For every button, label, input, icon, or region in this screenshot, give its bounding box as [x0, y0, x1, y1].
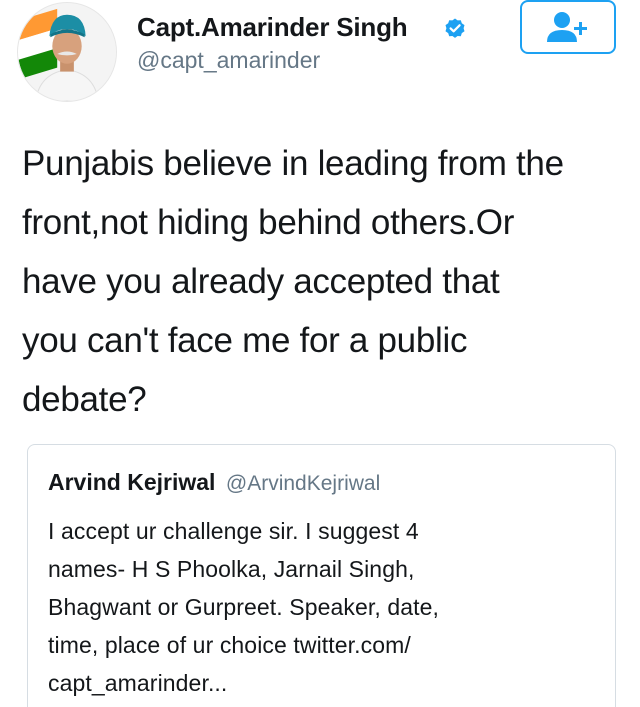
tweet-text-line: have you already accepted that — [22, 262, 500, 301]
verified-badge-icon — [443, 17, 467, 41]
quoted-text-line: I accept ur challenge sir. I suggest 4 — [48, 518, 419, 544]
tweet-view: Capt.Amarinder Singh @capt_amarinder Pun… — [0, 0, 640, 707]
author-display-name[interactable]: Capt.Amarinder Singh — [137, 12, 408, 43]
tweet-text-line: front,not hiding behind others.Or — [22, 203, 515, 242]
quoted-text-line: time, place of ur choice twitter.com/ — [48, 632, 411, 658]
add-user-icon — [547, 12, 587, 42]
profile-photo — [18, 3, 116, 101]
quoted-tweet-header: Arvind Kejriwal @ArvindKejriwal — [48, 469, 380, 496]
author-avatar[interactable] — [17, 2, 117, 102]
tweet-text: Punjabis believe in leading from the fro… — [22, 134, 622, 429]
tweet-text-line: you can't face me for a public — [22, 321, 468, 360]
quoted-text-line: Bhagwant or Gurpreet. Speaker, date, — [48, 594, 440, 620]
author-handle[interactable]: @capt_amarinder — [137, 47, 320, 74]
quoted-text-line[interactable]: capt_amarinder... — [48, 664, 603, 702]
quoted-tweet-text: I accept ur challenge sir. I suggest 4 n… — [48, 512, 603, 702]
quoted-tweet-card[interactable]: Arvind Kejriwal @ArvindKejriwal I accept… — [27, 444, 616, 707]
tweet-text-line: debate? — [22, 380, 147, 419]
tweet-text-line: Punjabis believe in leading from the — [22, 144, 564, 183]
follow-button[interactable] — [520, 0, 616, 54]
quoted-author-name: Arvind Kejriwal — [48, 469, 216, 495]
quoted-text-line: names- H S Phoolka, Jarnail Singh, — [48, 556, 415, 582]
quoted-author-handle: @ArvindKejriwal — [225, 472, 381, 495]
